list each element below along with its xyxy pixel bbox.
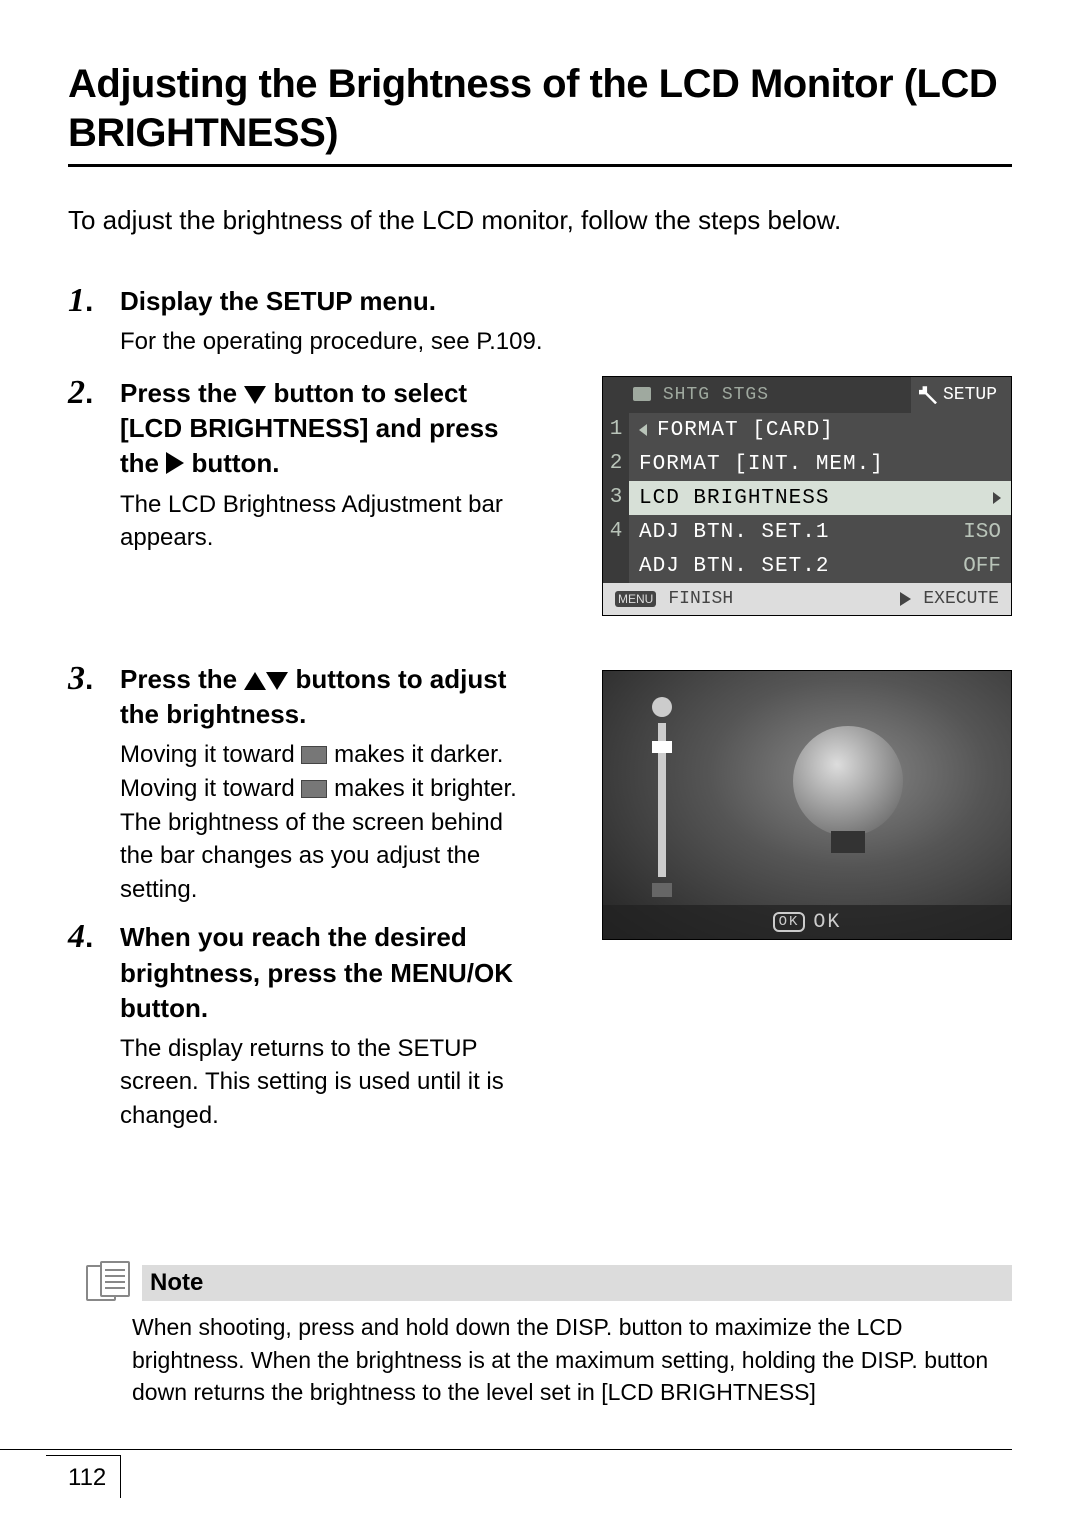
tab-shtg: SHTG STGS xyxy=(663,385,769,405)
menu-ok-label: MENU/OK xyxy=(390,958,513,988)
step-number: 3. xyxy=(68,662,102,696)
step-2: 2. Press the button to select [LCD BRIGH… xyxy=(68,376,528,554)
row-label: ADJ BTN. SET.2 xyxy=(639,555,953,578)
slider-thumb xyxy=(652,741,672,753)
row-number: 2 xyxy=(603,447,629,481)
note-label: Note xyxy=(150,1269,1004,1297)
step-description: Moving it toward makes it darker. Moving… xyxy=(120,738,528,906)
menu-list: 1 FORMAT [CARD] 2 FORMAT [INT. MEM.] 3 L… xyxy=(603,413,1011,583)
brightness-slider xyxy=(649,697,675,897)
step-heading: When you reach the desired brightness, p… xyxy=(120,920,528,1025)
menu-row: 2 FORMAT [INT. MEM.] xyxy=(603,447,1011,481)
intro-text: To adjust the brightness of the LCD moni… xyxy=(68,205,1012,236)
step-description: The LCD Brightness Adjustment bar appear… xyxy=(120,488,528,555)
footer-finish: FINISH xyxy=(668,589,733,609)
footer-rule xyxy=(0,1449,1012,1450)
right-arrow-icon xyxy=(993,492,1001,504)
steps-list: 1. Display the SETUP menu. For the opera… xyxy=(68,284,1012,1133)
step-number: 4. xyxy=(68,920,102,954)
note-icon xyxy=(86,1261,132,1301)
up-arrow-icon xyxy=(244,672,266,690)
dark-slider-icon xyxy=(301,746,327,764)
wrench-icon xyxy=(919,386,937,404)
step-1: 1. Display the SETUP menu. For the opera… xyxy=(68,284,1012,359)
row-number: 3 xyxy=(603,481,629,515)
note-text: When shooting, press and hold down the D… xyxy=(132,1311,1012,1408)
slider-track xyxy=(658,723,666,877)
right-arrow-icon xyxy=(166,452,184,474)
step-number: 2. xyxy=(68,376,102,410)
row-value: OFF xyxy=(963,555,1001,578)
menu-row: ADJ BTN. SET.2 OFF xyxy=(603,549,1011,583)
row-label: FORMAT [CARD] xyxy=(657,419,1001,442)
balloon-graphic xyxy=(793,726,903,836)
step-description: For the operating procedure, see P.109. xyxy=(120,325,1012,359)
menu-row-selected: 3 LCD BRIGHTNESS xyxy=(603,481,1011,515)
menu-tabs: SHTG STGS SETUP xyxy=(603,377,1011,413)
step-description: The display returns to the SETUP screen.… xyxy=(120,1032,528,1133)
left-arrow-icon xyxy=(639,424,647,436)
row-number xyxy=(603,549,629,583)
menu-badge: MENU xyxy=(615,591,656,607)
step-4: 4. When you reach the desired brightness… xyxy=(68,920,528,1132)
menu-row: 1 FORMAT [CARD] xyxy=(603,413,1011,447)
tab-setup: SETUP xyxy=(943,385,997,405)
step-3: 3. Press the buttons to adjust the brigh… xyxy=(68,662,528,906)
down-arrow-icon xyxy=(266,672,288,690)
balloon-basket xyxy=(831,831,865,853)
page-number: 112 xyxy=(46,1455,121,1498)
step-heading: Display the SETUP menu. xyxy=(120,284,1012,319)
row-value: ISO xyxy=(963,521,1001,544)
ok-bar: OK OK xyxy=(603,905,1011,939)
footer-execute: EXECUTE xyxy=(923,589,999,609)
bright-slider-icon xyxy=(301,780,327,798)
row-label: ADJ BTN. SET.1 xyxy=(639,521,953,544)
brightness-adjust-screenshot: OK OK xyxy=(602,670,1012,940)
sun-icon xyxy=(652,697,672,717)
page-title: Adjusting the Brightness of the LCD Moni… xyxy=(68,60,1012,167)
row-number: 4 xyxy=(603,515,629,549)
play-icon xyxy=(900,592,911,606)
ok-badge-icon: OK xyxy=(773,912,806,932)
row-number: 1 xyxy=(603,413,629,447)
step-heading: Press the buttons to adjust the brightne… xyxy=(120,662,528,732)
camera-icon xyxy=(633,387,651,401)
note-block: Note When shooting, press and hold down … xyxy=(86,1261,1012,1408)
step-heading: Press the button to select [LCD BRIGHTNE… xyxy=(120,376,528,481)
setup-menu-screenshot: SHTG STGS SETUP 1 FORMAT [CARD] 2 FORMAT… xyxy=(602,376,1012,616)
row-label: LCD BRIGHTNESS xyxy=(639,487,983,510)
menu-footer: MENU FINISH EXECUTE xyxy=(603,583,1011,615)
ok-label: OK xyxy=(813,911,841,934)
row-label: FORMAT [INT. MEM.] xyxy=(639,453,1001,476)
dark-icon xyxy=(652,883,672,897)
menu-row: 4 ADJ BTN. SET.1 ISO xyxy=(603,515,1011,549)
down-arrow-icon xyxy=(244,386,266,404)
step-number: 1. xyxy=(68,284,102,318)
